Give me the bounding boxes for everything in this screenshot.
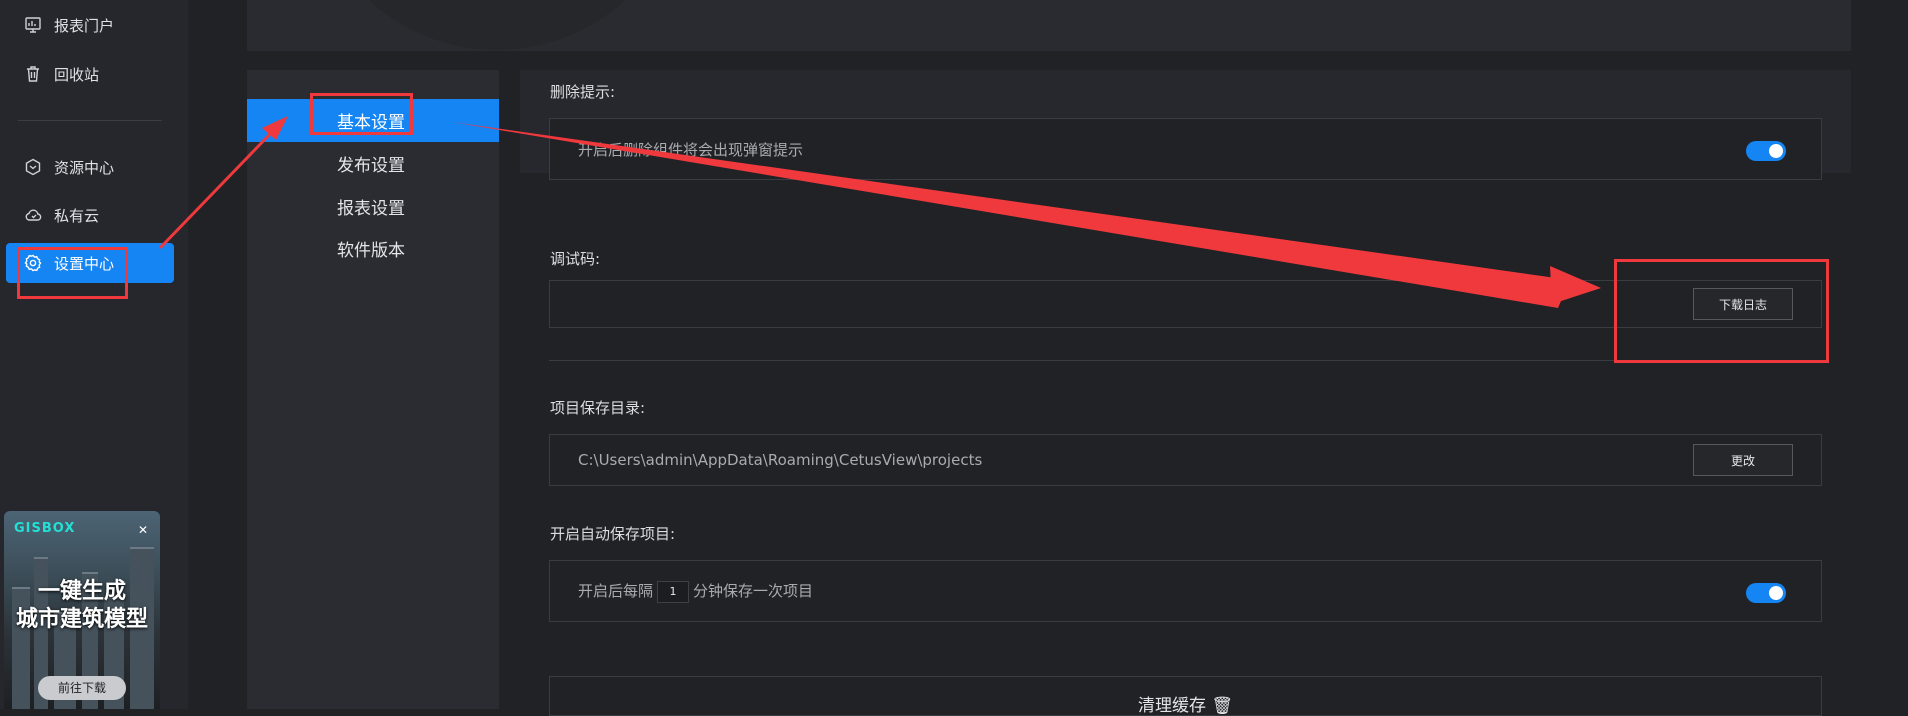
autosave-field: 开启后每隔 1 分钟保存一次项目 — [549, 560, 1822, 622]
promo-download-button[interactable]: 前往下载 — [38, 676, 126, 700]
sidebar-item-private-cloud[interactable]: 私有云 — [6, 195, 174, 235]
project-dir-label: 项目保存目录: — [550, 399, 646, 417]
delete-prompt-field: 开启后删除组件将会出现弹窗提示 — [549, 118, 1822, 180]
clear-cache-button[interactable]: 清理缓存 🗑 — [549, 676, 1822, 716]
header-card — [247, 0, 1851, 51]
clear-cache-label-row: 清理缓存 🗑 — [550, 691, 1821, 716]
decorative-shape — [307, 0, 687, 50]
trash-icon — [27, 66, 39, 82]
promo-banner[interactable]: GISBOX ✕ 一键生成 城市建筑模型 前往下载 — [4, 511, 160, 709]
delete-prompt-description: 开启后删除组件将会出现弹窗提示 — [578, 141, 804, 159]
subnav-item-label: 软件版本 — [337, 241, 405, 261]
autosave-text-after: 分钟保存一次项目 — [693, 582, 814, 600]
sidebar-item-label: 资源中心 — [54, 158, 115, 177]
sidebar-item-label: 报表门户 — [54, 16, 115, 35]
project-dir-path: C:\Users\admin\AppData\Roaming\CetusView… — [578, 451, 983, 469]
divider — [549, 360, 1822, 361]
private-cloud-icon — [25, 209, 42, 221]
resource-center-icon — [25, 158, 41, 176]
delete-prompt-toggle[interactable] — [1746, 141, 1786, 161]
debug-code-label: 调试码: — [550, 250, 601, 268]
close-icon[interactable]: ✕ — [138, 523, 148, 537]
sidebar-item-label: 回收站 — [54, 65, 100, 84]
autosave-description: 开启后每隔 1 分钟保存一次项目 — [578, 580, 813, 603]
subnav-item-basic-settings[interactable]: 基本设置 — [247, 99, 499, 142]
clear-cache-label: 清理缓存 — [1138, 696, 1206, 716]
delete-prompt-label: 删除提示: — [550, 83, 616, 101]
sidebar-item-label: 私有云 — [54, 206, 100, 225]
change-dir-button[interactable]: 更改 — [1693, 444, 1793, 476]
sidebar-item-settings-center[interactable]: 设置中心 — [6, 243, 174, 283]
subnav-item-label: 发布设置 — [337, 156, 405, 176]
sidebar-item-recycle-bin[interactable]: 回收站 — [6, 54, 174, 94]
project-dir-field: C:\Users\admin\AppData\Roaming\CetusView… — [549, 434, 1822, 486]
sidebar-item-report-portal[interactable]: 报表门户 — [6, 5, 174, 45]
sidebar-divider — [18, 120, 162, 121]
debug-code-field[interactable]: 下载日志 — [549, 280, 1822, 328]
subnav-item-software-version[interactable]: 软件版本 — [247, 227, 499, 270]
sidebar: 报表门户 回收站 资源中心 私有云 设置中心 GISBOX ✕ 一键生成 城市建… — [0, 0, 188, 709]
settings-subnav: 基本设置 发布设置 报表设置 软件版本 — [247, 70, 499, 709]
subnav-item-label: 基本设置 — [337, 113, 405, 133]
promo-logo: GISBOX — [14, 521, 76, 536]
sidebar-item-resource-center[interactable]: 资源中心 — [6, 147, 174, 187]
autosave-interval-input[interactable]: 1 — [657, 580, 690, 603]
report-portal-icon — [25, 17, 41, 33]
autosave-label: 开启自动保存项目: — [550, 525, 676, 543]
gear-icon — [24, 254, 42, 272]
subnav-item-publish-settings[interactable]: 发布设置 — [247, 142, 499, 185]
subnav-item-report-settings[interactable]: 报表设置 — [247, 185, 499, 228]
subnav-item-label: 报表设置 — [337, 199, 405, 219]
autosave-text-before: 开启后每隔 — [578, 582, 654, 600]
autosave-toggle[interactable] — [1746, 583, 1786, 603]
download-log-button[interactable]: 下载日志 — [1693, 288, 1793, 320]
trash-icon: 🗑 — [1211, 696, 1233, 716]
toggle-knob — [1769, 586, 1783, 600]
toggle-knob — [1769, 144, 1783, 158]
promo-subheadline: 城市建筑模型 — [15, 607, 148, 632]
sidebar-item-label: 设置中心 — [54, 254, 115, 273]
